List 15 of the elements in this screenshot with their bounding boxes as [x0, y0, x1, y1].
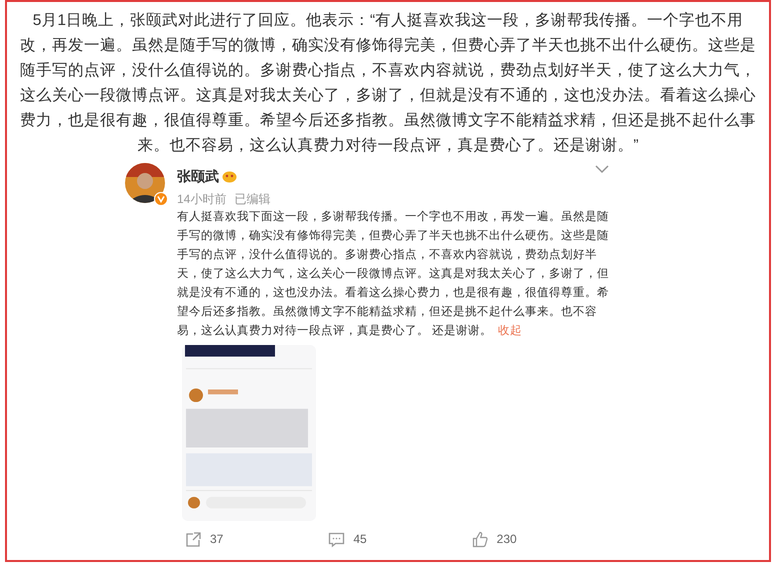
verified-badge-icon	[154, 192, 168, 206]
article-paragraph: 5月1日晚上，张颐武对此进行了回应。他表示：“有人挺喜欢我这一段，多谢帮我传播。一个字也不用改，再发一遍。虽然是随手写的微博，确实没有修饰得完美，但费心弄了半天也挑不出什么硬伤。这些是随手写的点评，没什么值得说的。多谢费心指点，不喜欢内容就说，费劲点划好半天，使了这么大力气，这么关心一段微博点评。这真是对我太关心了，多谢了，但就是没有不通的，这也没办法。看着这么操心费力，也是很有趣，很值得尊重。希望今后还多指教。虽然微博文字不能精益求精，但还是挑不起什么事来。也不容易，这么认真费力对待一段点评，真是费心了。还是谢谢。”	[19, 10, 757, 156]
author-name[interactable]: 张颐武	[177, 166, 219, 187]
post-text: 有人挺喜欢我下面这一段，多谢帮我传播。一个字也不用改，再发一遍。虽然是随手写的微博，确实没有修饰得完美，但费心弄了半天也挑不出什么硬伤。这些是随手写的点评，没什么值得说的。多谢费心指点，不喜欢内容就说，费劲点划好半天，使了这么大力气，这么关心一段微博点评。这真是对我太关心了，多谢了，但就是没有不通的，这也没办法。看着这么操心费力，也是很有趣，很值得尊重。希望今后还多指教。虽然微博文字不能精益求精，但还是挑不起什么事来。也不容易，这么认真费力对待一段点评，真是费心了。 还是谢谢。 收起	[176, 209, 610, 339]
edited-label: 已编辑	[234, 191, 270, 208]
avatar[interactable]	[125, 163, 165, 203]
like-count: 230	[496, 531, 517, 548]
badge-icon	[222, 170, 237, 183]
chevron-icon[interactable]	[595, 165, 609, 174]
post-time: 14小时前	[177, 191, 226, 208]
like-icon[interactable]	[472, 530, 489, 548]
share-icon[interactable]	[185, 530, 202, 548]
share-count: 37	[210, 531, 224, 548]
comment-icon[interactable]	[328, 530, 346, 548]
comment-count: 45	[353, 531, 367, 548]
